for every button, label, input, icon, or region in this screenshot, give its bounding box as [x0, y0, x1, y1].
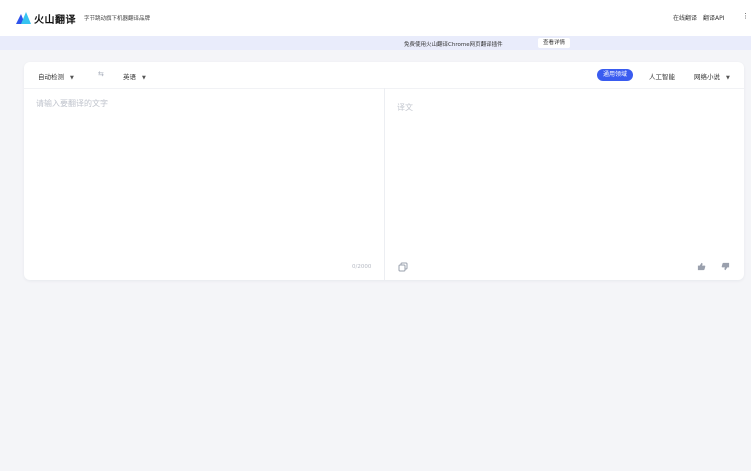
swap-icon[interactable]: ⇆: [98, 70, 104, 78]
chevron-down-icon: ▼: [726, 75, 730, 81]
banner-details-button[interactable]: 查看详情: [538, 38, 571, 48]
source-text-input[interactable]: [36, 98, 374, 258]
chevron-down-icon: ▼: [142, 75, 146, 81]
domain-tab-novel[interactable]: 网络小说 ▼: [694, 71, 730, 81]
promo-banner: 免费使用火山翻译Chrome网页翻译插件 查看详情: [0, 36, 751, 50]
source-language-label: 自动检测: [38, 73, 64, 81]
brand-slogan: 字节跳动旗下机器翻译品牌: [84, 16, 151, 22]
domain-tab-ai[interactable]: 人工智能: [649, 71, 675, 81]
chevron-down-icon: ▼: [70, 75, 74, 81]
target-language-select[interactable]: 英语 ▼: [123, 71, 146, 81]
dislike-icon[interactable]: [721, 262, 730, 271]
domain-tab-novel-label: 网络小说: [694, 73, 720, 81]
banner-text: 免费使用火山翻译Chrome网页翻译插件: [404, 42, 503, 48]
logo-icon[interactable]: [16, 12, 31, 24]
character-count: 0/2000: [352, 264, 372, 270]
translation-output: 译文: [397, 103, 413, 112]
translator-card: 自动检测 ▼ ⇆ 英语 ▼ 通用领域 人工智能 网络小说 ▼ 0/2000 译文: [24, 62, 744, 280]
domain-tab-general[interactable]: 通用领域: [597, 69, 634, 81]
target-language-label: 英语: [123, 73, 136, 81]
copy-icon[interactable]: [398, 262, 408, 272]
source-language-select[interactable]: 自动检测 ▼: [38, 71, 74, 81]
top-bar: 火山翻译 字节跳动旗下机器翻译品牌 在线翻译 翻译API ⋮: [0, 0, 751, 36]
pane-divider: [384, 88, 385, 280]
like-icon[interactable]: [697, 262, 706, 271]
translator-toolbar: 自动检测 ▼ ⇆ 英语 ▼ 通用领域 人工智能 网络小说 ▼: [24, 62, 744, 88]
more-icon[interactable]: ⋮: [742, 12, 749, 20]
nav-translate-api[interactable]: 翻译API: [703, 13, 725, 22]
nav-online-translate[interactable]: 在线翻译: [673, 13, 697, 22]
brand-name[interactable]: 火山翻译: [34, 11, 76, 26]
